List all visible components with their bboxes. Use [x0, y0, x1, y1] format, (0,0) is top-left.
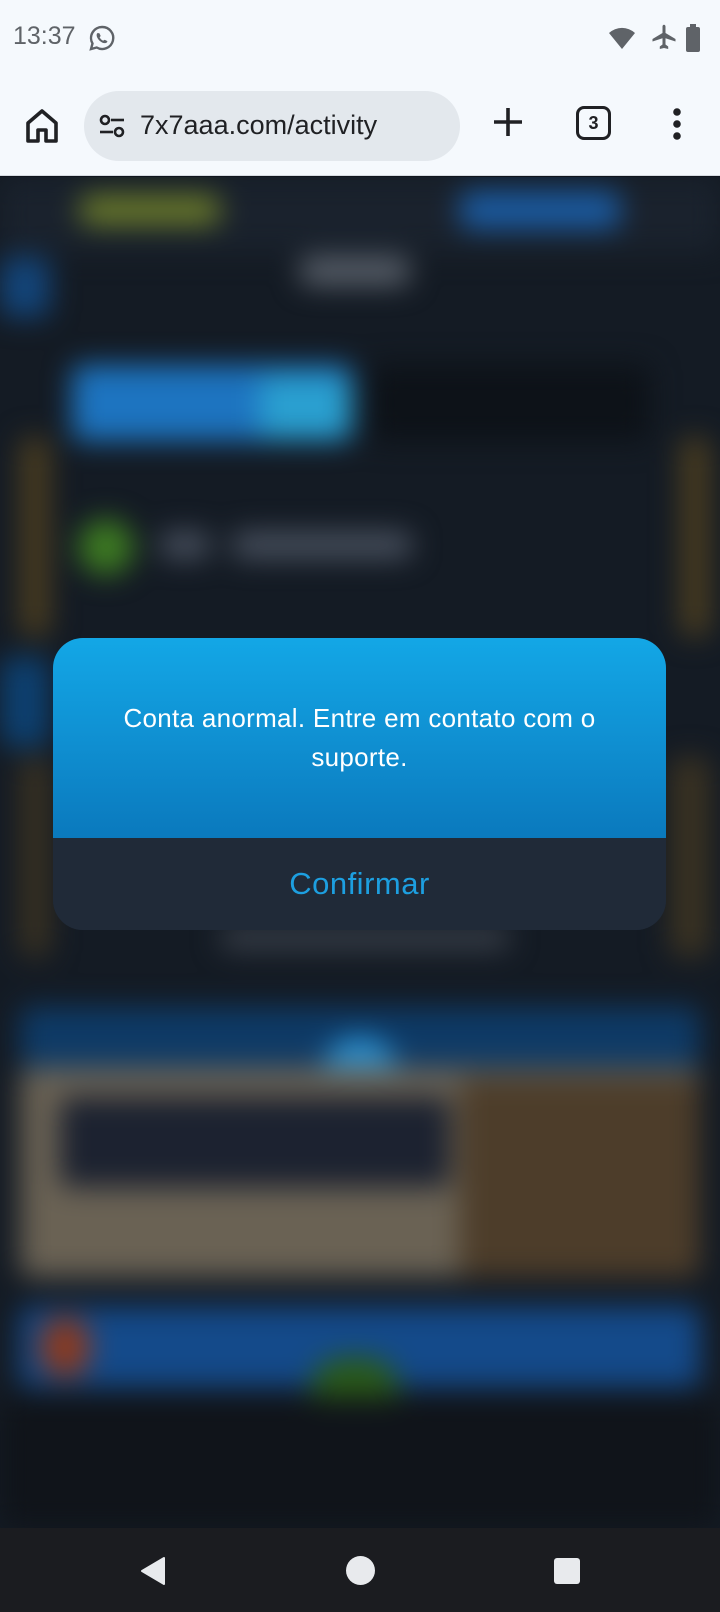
airplane-mode-icon	[652, 24, 676, 49]
home-circle-icon[interactable]	[346, 1556, 375, 1585]
more-vert-icon[interactable]	[664, 104, 690, 144]
status-time: 13:37	[13, 22, 76, 50]
tab-count: 3	[588, 112, 599, 133]
tab-switcher-button[interactable]: 3	[576, 106, 611, 140]
recents-icon[interactable]	[554, 1558, 580, 1584]
home-button[interactable]	[20, 104, 64, 148]
url-text[interactable]: 7x7aaa.com/activity	[140, 110, 377, 141]
new-tab-icon[interactable]	[488, 102, 528, 142]
alert-dialog: Conta anormal. Entre em contato com o su…	[53, 638, 666, 930]
back-icon[interactable]	[138, 1555, 168, 1587]
address-bar[interactable]: 7x7aaa.com/activity	[84, 91, 460, 161]
confirm-button[interactable]: Confirmar	[53, 838, 666, 930]
site-settings-icon[interactable]	[98, 112, 126, 140]
browser-toolbar: 7x7aaa.com/activity 3	[0, 78, 720, 176]
whatsapp-icon	[89, 25, 115, 51]
navigation-bar	[0, 1528, 720, 1612]
dialog-message-area: Conta anormal. Entre em contato com o su…	[53, 638, 666, 838]
dialog-message: Conta anormal. Entre em contato com o su…	[123, 703, 596, 772]
wifi-icon	[609, 27, 635, 49]
status-bar: 13:37	[0, 0, 720, 78]
screen: 13:37 7x7aaa.com/activity 3 Conta anorma…	[0, 0, 720, 1612]
battery-icon	[686, 24, 700, 52]
confirm-button-label[interactable]: Confirmar	[289, 866, 430, 902]
home-icon	[26, 109, 58, 143]
